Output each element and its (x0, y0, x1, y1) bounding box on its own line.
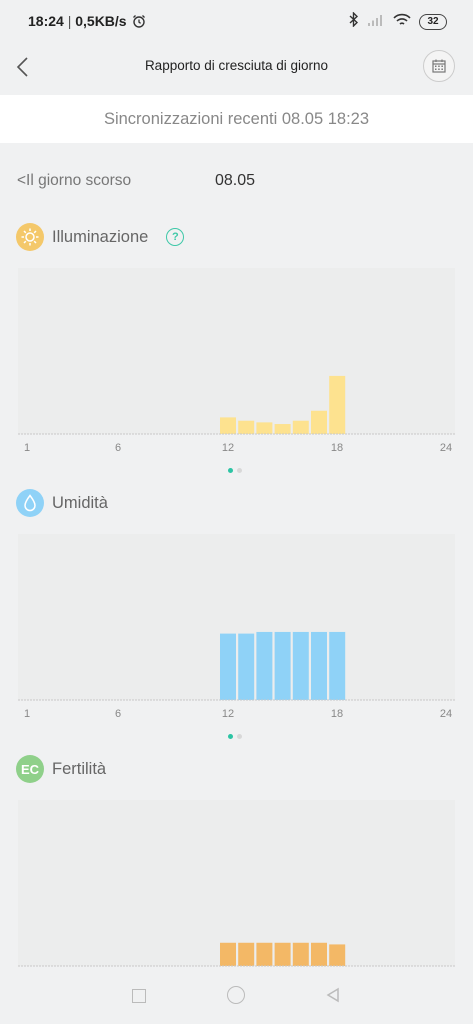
system-nav-bar (0, 968, 473, 1024)
chart-illuminazione: 1 6 12 18 24 (0, 258, 473, 458)
plot-area (18, 534, 455, 700)
illuminazione-chart: 1 6 12 18 24 (18, 268, 455, 454)
help-icon[interactable]: ? (166, 228, 185, 246)
section-label: Illuminazione (52, 227, 149, 246)
calendar-button[interactable] (423, 50, 455, 82)
chart-bar (220, 633, 236, 700)
page-dot (237, 734, 242, 739)
x-tick-label: 24 (440, 708, 452, 720)
app-header: Rapporto di cresciuta di giorno (0, 42, 473, 94)
chart-bar (238, 420, 255, 434)
x-tick-label: 24 (440, 442, 452, 454)
network-speed: 0,5KB/s (75, 13, 127, 29)
x-axis-labels: 1 6 12 18 24 (24, 442, 452, 454)
chart-bar (329, 375, 346, 434)
x-tick-label: 1 (24, 708, 30, 720)
bluetooth-icon (349, 11, 359, 32)
current-date: 08.05 (215, 172, 256, 189)
chart-bar (311, 410, 327, 434)
ec-icon: EC (16, 755, 44, 783)
signal-icon (367, 13, 385, 31)
status-left: 18:24 | 0,5KB/s (28, 13, 146, 31)
plot-area (18, 268, 455, 434)
calendar-icon (432, 59, 446, 73)
chart-bar (220, 417, 236, 434)
fertilita-chart (18, 800, 455, 967)
wifi-icon (393, 13, 411, 32)
page-dot (237, 468, 242, 473)
day-navigation: <Il giorno scorso 08.05 (0, 170, 473, 194)
alarm-icon (132, 14, 146, 31)
chart-bar (292, 420, 309, 434)
status-bar: 18:24 | 0,5KB/s 32 (0, 0, 473, 42)
page-dot-active (228, 734, 233, 739)
page-indicator (228, 468, 242, 473)
chart-bar (256, 631, 273, 700)
page-dot-active (228, 468, 233, 473)
chart-bar (220, 942, 236, 966)
status-time: 18:24 (28, 13, 64, 29)
chart-bar (274, 424, 291, 434)
plot-area (18, 800, 455, 966)
chart-bar (311, 942, 327, 966)
chart-bar (311, 631, 327, 700)
water-drop-icon (16, 489, 44, 517)
chart-bar (292, 942, 309, 966)
chart-bar (238, 942, 255, 966)
x-tick-label: 18 (331, 442, 343, 454)
page-title: Rapporto di cresciuta di giorno (144, 58, 329, 73)
previous-day-link[interactable]: <Il giorno scorso (17, 172, 131, 190)
recent-apps-button[interactable] (132, 989, 146, 1003)
section-label: Umidità (52, 493, 108, 512)
section-label: Fertilità (52, 759, 107, 778)
page-indicator (228, 734, 242, 739)
x-tick-label: 6 (115, 708, 121, 720)
chart-bar (274, 631, 291, 700)
chart-bar (292, 631, 309, 700)
x-tick-label: 12 (222, 442, 234, 454)
chart-bar (329, 631, 346, 700)
battery-indicator: 32 (419, 14, 447, 30)
ec-icon-text: EC (20, 761, 40, 777)
umidita-chart: 1 6 12 18 24 (18, 534, 455, 720)
status-right: 32 (349, 11, 447, 32)
section-illuminazione: Illuminazione ? (16, 222, 185, 252)
x-tick-label: 6 (115, 442, 121, 454)
sun-icon (16, 223, 44, 251)
home-button[interactable] (227, 986, 245, 1004)
sync-status: Sincronizzazioni recenti 08.05 18:23 (0, 95, 473, 143)
chart-umidita: 1 6 12 18 24 (0, 524, 473, 724)
system-back-button[interactable] (326, 987, 340, 1008)
x-axis-labels: 1 6 12 18 24 (24, 708, 452, 720)
x-tick-label: 1 (24, 442, 30, 454)
chart-bar (256, 942, 273, 966)
section-umidita: Umidità (16, 488, 108, 518)
chart-bar (329, 944, 346, 966)
x-tick-label: 18 (331, 708, 343, 720)
chart-bar (238, 633, 255, 700)
chart-bar (256, 422, 273, 434)
section-fertilita: EC Fertilità (16, 754, 106, 784)
chart-fertilita (0, 790, 473, 968)
x-tick-label: 12 (222, 708, 234, 720)
chart-bar (274, 942, 291, 966)
triangle-back-icon (326, 987, 339, 1003)
